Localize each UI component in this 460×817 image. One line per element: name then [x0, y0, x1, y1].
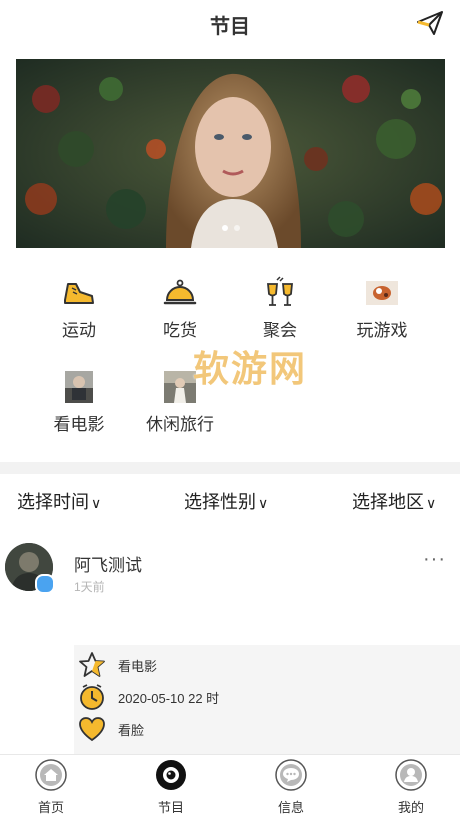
clock-icon [80, 684, 104, 710]
top-bar: 节目 [0, 0, 460, 48]
heart-icon [79, 717, 105, 742]
filter-region[interactable]: 选择地区 ∨ [352, 488, 436, 514]
category-sports[interactable]: 运动 [24, 276, 134, 341]
chevron-down-icon: ∨ [258, 495, 269, 511]
category-party[interactable]: 聚会 [225, 276, 335, 341]
tab-home[interactable]: 首页 [16, 759, 86, 816]
tab-label: 我的 [397, 800, 424, 815]
detail-text: 2020-05-10 22 时 [118, 691, 220, 706]
post-username[interactable]: 阿飞测试 [74, 551, 142, 576]
tab-label: 节目 [157, 800, 184, 815]
gender-male-icon [35, 574, 55, 594]
category-movies[interactable]: 看电影 [24, 370, 134, 435]
category-label: 吃货 [163, 321, 197, 340]
category-label: 聚会 [263, 321, 297, 340]
carousel-dot[interactable] [233, 225, 240, 231]
chevron-down-icon: ∨ [91, 495, 102, 511]
bottom-tab-bar: 首页 节目 信息 我的 [0, 754, 460, 817]
profile-icon [395, 759, 427, 791]
post-time: 1天前 [74, 580, 105, 594]
section-divider [0, 462, 460, 474]
filter-label: 选择地区 [352, 492, 424, 512]
category-label: 玩游戏 [356, 321, 408, 340]
category-label: 看电影 [53, 415, 105, 434]
category-foodie[interactable]: 吃货 [125, 276, 235, 341]
program-eye-icon [156, 760, 186, 790]
filter-time[interactable]: 选择时间 ∨ [17, 488, 101, 514]
home-icon [35, 759, 67, 791]
star-icon [79, 652, 105, 677]
tab-profile[interactable]: 我的 [376, 759, 446, 816]
filter-gender[interactable]: 选择性别 ∨ [184, 488, 268, 514]
tab-label: 首页 [37, 800, 64, 815]
sneaker-icon [64, 283, 94, 304]
game-thumbnail-icon [366, 281, 398, 305]
tab-label: 信息 [277, 800, 304, 815]
tab-program[interactable]: 节目 [136, 759, 206, 816]
message-icon [275, 759, 307, 791]
carousel-dot-active[interactable] [221, 225, 228, 231]
travel-thumbnail-icon [164, 371, 196, 403]
filter-label: 选择时间 [17, 492, 89, 512]
wine-glasses-icon [267, 276, 293, 306]
post-detail-card[interactable]: 看电影 2020-05-10 22 时 看脸 [74, 645, 460, 757]
category-label: 运动 [62, 321, 96, 340]
category-games[interactable]: 玩游戏 [327, 276, 437, 341]
watermark-text: 软游网 [193, 348, 308, 389]
food-cloche-icon [163, 279, 197, 305]
category-label: 休闲旅行 [146, 415, 214, 434]
filter-bar: 选择时间 ∨ 选择性别 ∨ 选择地区 ∨ [0, 488, 460, 518]
page-title: 节目 [210, 16, 250, 38]
detail-text: 看电影 [118, 659, 158, 674]
tab-messages[interactable]: 信息 [256, 759, 326, 816]
movie-thumbnail-icon [65, 371, 93, 403]
paper-plane-icon[interactable] [416, 10, 444, 36]
detail-text: 看脸 [118, 723, 145, 738]
banner-carousel[interactable] [16, 59, 445, 248]
more-options-icon[interactable]: ··· [423, 548, 446, 571]
carousel-indicator [16, 218, 445, 236]
filter-label: 选择性别 [184, 492, 256, 512]
chevron-down-icon: ∨ [426, 495, 437, 511]
